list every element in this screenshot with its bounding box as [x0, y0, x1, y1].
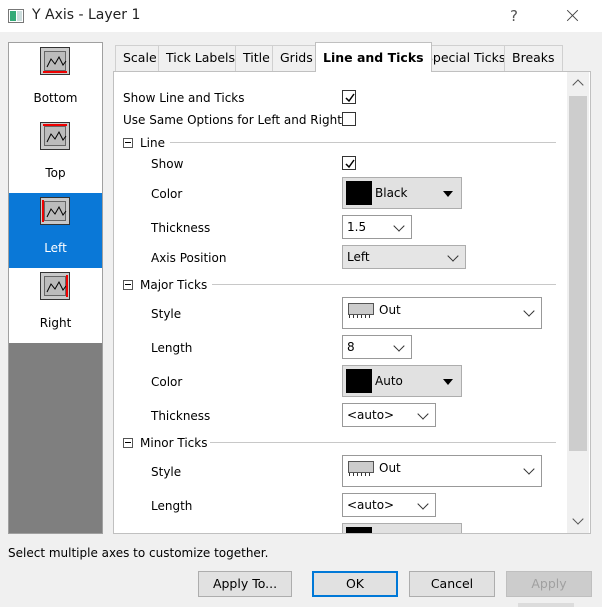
scroll-thumb[interactable] [569, 96, 587, 451]
axis-label-top: Top [45, 166, 66, 180]
dropdown-arrow-icon [443, 379, 453, 385]
line-show-label: Show [151, 157, 184, 171]
axis-left-icon [40, 197, 70, 225]
show-line-ticks-checkbox[interactable] [342, 90, 356, 104]
axis-label-right: Right [39, 316, 72, 330]
major-thickness-label: Thickness [151, 409, 211, 423]
major-thickness-select[interactable]: <auto> [342, 403, 436, 427]
axis-item-bottom[interactable]: Bottom [9, 43, 102, 118]
tick-out-icon [348, 303, 374, 318]
chevron-down-icon [393, 340, 405, 352]
title-bar: Y Axis - Layer 1 ? [0, 0, 602, 32]
minor-ticks-title: Minor Ticks [140, 436, 208, 450]
help-button[interactable]: ? [496, 0, 532, 32]
axis-position-value: Left [347, 250, 370, 264]
same-options-label: Use Same Options for Left and Right [123, 113, 342, 127]
line-section-title: Line [140, 136, 166, 150]
major-ticks-collapse-icon[interactable] [123, 280, 133, 290]
scroll-up-icon[interactable] [567, 72, 589, 94]
minor-length-value: <auto> [347, 498, 395, 512]
chevron-down-icon [447, 250, 459, 262]
scroll-down-icon[interactable] [567, 511, 589, 533]
resize-grip[interactable] [518, 603, 574, 607]
axis-right-icon [40, 272, 70, 300]
line-color-swatch [346, 181, 372, 205]
axis-item-right[interactable]: Right [9, 268, 102, 343]
status-hint: Select multiple axes to customize togeth… [8, 546, 269, 560]
tab-grids[interactable]: Grids [272, 45, 321, 71]
dropdown-arrow-icon [443, 191, 453, 197]
major-color-label: Color [151, 375, 183, 389]
axis-bottom-icon [40, 47, 70, 75]
line-show-checkbox[interactable] [342, 156, 356, 170]
major-length-value: 8 [347, 340, 355, 354]
app-window-icon [8, 9, 24, 23]
chevron-down-icon [393, 220, 405, 232]
axis-top-icon [40, 122, 70, 150]
major-length-label: Length [151, 341, 193, 355]
line-thickness-select[interactable]: 1.5 [342, 215, 412, 239]
minor-style-select[interactable]: Out [342, 455, 542, 487]
major-color-value: Auto [375, 374, 403, 388]
major-color-dropdown[interactable]: Auto [342, 365, 462, 397]
axis-position-label: Axis Position [151, 251, 227, 265]
major-style-label: Style [151, 307, 182, 321]
apply-button[interactable]: Apply [506, 571, 592, 597]
line-thickness-label: Thickness [151, 221, 211, 235]
axis-item-top[interactable]: Top [9, 118, 102, 193]
major-length-select[interactable]: 8 [342, 335, 412, 359]
line-color-value: Black [375, 186, 408, 200]
tab-panel: Show Line and Ticks Use Same Options for… [113, 71, 591, 534]
major-ticks-title: Major Ticks [140, 278, 208, 292]
axis-label-left: Left [44, 241, 67, 255]
major-style-select[interactable]: Out [342, 297, 542, 329]
line-thickness-value: 1.5 [347, 220, 367, 234]
axis-item-left[interactable]: Left [9, 193, 102, 268]
chevron-down-icon [523, 305, 535, 317]
minor-style-value: Out [379, 461, 401, 475]
line-color-label: Color [151, 187, 183, 201]
axis-label-bottom: Bottom [33, 91, 78, 105]
minor-color-swatch [346, 527, 372, 533]
tab-breaks[interactable]: Breaks [504, 45, 563, 71]
minor-ticks-collapse-icon[interactable] [123, 438, 133, 448]
minor-length-select[interactable]: <auto> [342, 493, 436, 517]
same-options-checkbox[interactable] [342, 112, 356, 126]
minor-style-label: Style [151, 465, 182, 479]
tab-tick-labels[interactable]: Tick Labels [158, 45, 244, 71]
line-section-collapse-icon[interactable] [123, 138, 133, 148]
axis-selector-list: Bottom Top Left Right [8, 42, 103, 534]
minor-ticks-divider [210, 442, 556, 443]
minor-color-dropdown-partial[interactable] [342, 523, 462, 533]
show-line-ticks-label: Show Line and Ticks [123, 91, 245, 105]
chevron-down-icon [417, 408, 429, 420]
chevron-down-icon [417, 498, 429, 510]
line-section-divider [170, 142, 556, 143]
major-thickness-value: <auto> [347, 408, 395, 422]
panel-scrollbar[interactable] [567, 72, 589, 533]
window-title: Y Axis - Layer 1 [32, 7, 141, 23]
axis-position-select[interactable]: Left [342, 245, 466, 269]
close-button[interactable] [552, 0, 592, 32]
major-ticks-divider [212, 284, 556, 285]
ok-button[interactable]: OK [312, 571, 398, 597]
line-color-dropdown[interactable]: Black [342, 177, 462, 209]
tab-line-and-ticks[interactable]: Line and Ticks [315, 42, 432, 72]
tick-out-icon [348, 461, 374, 476]
chevron-down-icon [523, 463, 535, 475]
major-color-swatch [346, 369, 372, 393]
apply-to-button[interactable]: Apply To... [198, 571, 292, 597]
major-style-value: Out [379, 303, 401, 317]
cancel-button[interactable]: Cancel [409, 571, 495, 597]
minor-length-label: Length [151, 499, 193, 513]
